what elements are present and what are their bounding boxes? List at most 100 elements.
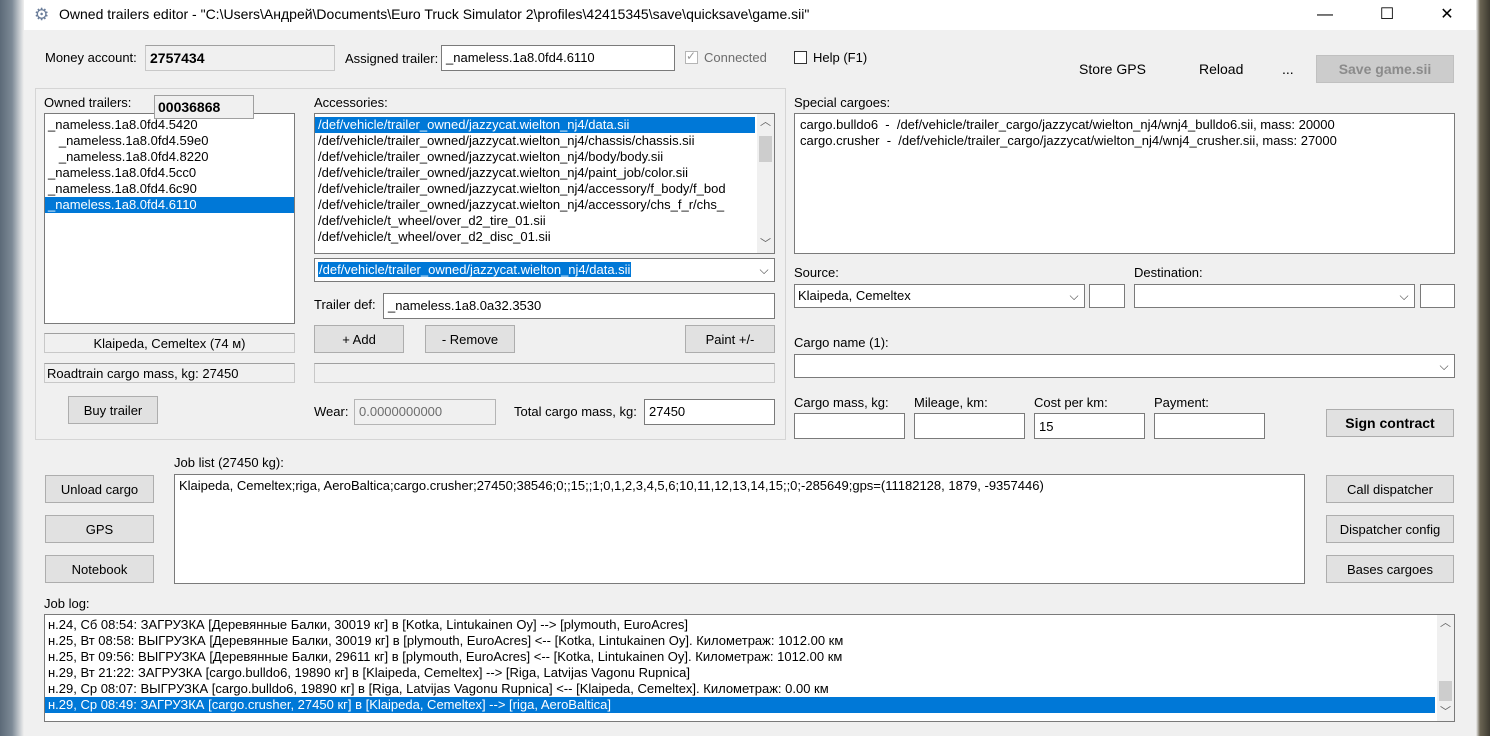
maximize-button[interactable]: ☐ [1364, 0, 1410, 30]
destination-extra-field[interactable] [1420, 284, 1455, 308]
list-item[interactable]: /def/vehicle/t_wheel/over_d2_disc_01.sii [315, 229, 755, 245]
trailer-location: Klaipeda, Cemeltex (74 м) [44, 333, 295, 353]
main-window: ⚙ Owned trailers editor - "C:\Users\Андр… [24, 0, 1476, 736]
trailer-def-label: Trailer def: [314, 297, 376, 312]
list-item[interactable]: н.25, Вт 08:58: ВЫГРУЗКА [Деревянные Бал… [45, 633, 1435, 649]
job-log-label: Job log: [44, 596, 90, 611]
assigned-trailer-field[interactable]: _nameless.1a8.0fd4.6110 [441, 45, 675, 71]
cargo-name-label: Cargo name (1): [794, 335, 889, 350]
title-bar: ⚙ Owned trailers editor - "C:\Users\Андр… [24, 0, 1476, 30]
buy-trailer-button[interactable]: Buy trailer [68, 396, 158, 424]
check-icon: ✓ [686, 49, 697, 63]
source-label: Source: [794, 265, 839, 280]
accessory-combo-value: /def/vehicle/trailer_owned/jazzycat.wiel… [318, 262, 632, 277]
help-label: Help (F1) [813, 50, 868, 65]
job-list[interactable]: Klaipeda, Cemeltex;riga, AeroBaltica;car… [174, 474, 1305, 584]
scroll-thumb[interactable] [759, 136, 772, 162]
call-dispatcher-button[interactable]: Call dispatcher [1326, 475, 1454, 503]
paint-button[interactable]: Paint +/- [685, 325, 775, 353]
remove-button[interactable]: - Remove [425, 325, 515, 353]
chevron-up-icon[interactable]: ︿ [757, 114, 774, 131]
chevron-down-icon: ⌵ [759, 263, 769, 277]
save-game-button[interactable]: Save game.sii [1316, 55, 1454, 83]
special-cargoes-list[interactable]: cargo.bulldo6 - /def/vehicle/trailer_car… [794, 113, 1455, 254]
special-cargoes-label: Special cargoes: [794, 95, 891, 110]
list-item[interactable]: /def/vehicle/trailer_owned/jazzycat.wiel… [315, 181, 755, 197]
more-button[interactable]: ... [1282, 61, 1294, 77]
cargo-mass-label: Cargo mass, kg: [794, 395, 889, 410]
list-item[interactable]: н.29, Вт 21:22: ЗАГРУЗКА [cargo.bulldo6,… [45, 665, 1435, 681]
list-item[interactable]: н.25, Вт 09:56: ВЫГРУЗКА [Деревянные Бал… [45, 649, 1435, 665]
list-item[interactable]: /def/vehicle/trailer_owned/jazzycat.wiel… [315, 165, 755, 181]
cargo-mass-field[interactable] [794, 413, 905, 439]
notebook-button[interactable]: Notebook [45, 555, 154, 583]
list-item[interactable]: н.29, Ср 08:49: ЗАГРУЗКА [cargo.crusher,… [45, 697, 1435, 713]
list-item[interactable]: _nameless.1a8.0fd4.6c90 [45, 181, 294, 197]
total-mass-label: Total cargo mass, kg: [514, 404, 637, 419]
gear-icon: ⚙ [34, 5, 50, 24]
gps-button[interactable]: GPS [45, 515, 154, 543]
add-button[interactable]: + Add [314, 325, 404, 353]
list-item[interactable]: /def/vehicle/trailer_owned/jazzycat.wiel… [315, 133, 755, 149]
window-title: Owned trailers editor - "C:\Users\Андрей… [59, 6, 810, 22]
list-item[interactable]: cargo.crusher - /def/vehicle/trailer_car… [797, 133, 1454, 149]
owned-trailers-list[interactable]: _nameless.1a8.0fd4.5420 _nameless.1a8.0f… [44, 113, 295, 324]
connected-checkbox[interactable]: ✓ [685, 49, 698, 64]
reload-button[interactable]: Reload [1199, 61, 1243, 77]
list-item[interactable]: /def/vehicle/trailer_owned/jazzycat.wiel… [315, 197, 755, 213]
accessories-scrollbar[interactable]: ︿ ﹀ [757, 114, 774, 253]
list-item[interactable]: н.29, Ср 08:07: ВЫГРУЗКА [cargo.bulldo6,… [45, 681, 1435, 697]
payment-field[interactable] [1154, 413, 1265, 439]
bases-cargoes-button[interactable]: Bases cargoes [1326, 555, 1454, 583]
help-checkbox[interactable] [794, 51, 807, 64]
list-item[interactable]: _nameless.1a8.0fd4.59e0 [45, 133, 294, 149]
trailer-def-field[interactable]: _nameless.1a8.0a32.3530 [383, 293, 775, 319]
source-value: Klaipeda, Cemeltex [798, 288, 911, 303]
job-log-scrollbar[interactable]: ︿ ﹀ [1437, 615, 1454, 721]
cost-field[interactable]: 15 [1034, 413, 1145, 439]
list-item[interactable]: /def/vehicle/trailer_owned/jazzycat.wiel… [315, 149, 755, 165]
chevron-up-icon[interactable]: ︿ [1437, 615, 1454, 632]
mileage-field[interactable] [914, 413, 1025, 439]
chevron-down-icon: ⌵ [1439, 359, 1449, 373]
dispatcher-config-button[interactable]: Dispatcher config [1326, 515, 1454, 543]
accessories-list[interactable]: /def/vehicle/trailer_owned/jazzycat.wiel… [314, 113, 775, 254]
list-item[interactable]: /def/vehicle/t_wheel/over_d2_tire_01.sii [315, 213, 755, 229]
chevron-down-icon: ⌵ [1399, 289, 1409, 303]
close-button[interactable]: ✕ [1424, 0, 1470, 30]
wear-label: Wear: [314, 404, 349, 419]
list-item[interactable]: _nameless.1a8.0fd4.6110 [45, 197, 294, 213]
accessory-combo[interactable]: /def/vehicle/trailer_owned/jazzycat.wiel… [314, 258, 775, 282]
list-item[interactable]: _nameless.1a8.0fd4.8220 [45, 149, 294, 165]
wear-field[interactable]: 0.0000000000 [354, 399, 496, 425]
unload-cargo-button[interactable]: Unload cargo [45, 475, 154, 503]
minimize-button[interactable]: — [1302, 0, 1348, 30]
connected-label: Connected [704, 50, 767, 65]
payment-label: Payment: [1154, 395, 1209, 410]
owned-trailers-label: Owned trailers: [44, 95, 132, 110]
roadtrain-mass: Roadtrain cargo mass, kg: 27450 [44, 363, 295, 383]
cargo-name-combo[interactable]: ⌵ [794, 354, 1455, 378]
assigned-trailer-label: Assigned trailer: [345, 51, 439, 66]
money-field[interactable]: 2757434 [145, 45, 335, 71]
source-extra-field[interactable] [1089, 284, 1125, 308]
job-log-list[interactable]: н.24, Сб 08:54: ЗАГРУЗКА [Деревянные Бал… [44, 614, 1455, 722]
scroll-thumb[interactable] [1439, 681, 1452, 701]
chevron-down-icon[interactable]: ﹀ [757, 236, 774, 253]
destination-combo[interactable]: ⌵ [1134, 284, 1415, 308]
money-label: Money account: [45, 50, 137, 65]
list-item[interactable]: cargo.bulldo6 - /def/vehicle/trailer_car… [797, 117, 1454, 133]
list-item[interactable]: _nameless.1a8.0fd4.5420 [45, 117, 294, 133]
list-item[interactable]: /def/vehicle/trailer_owned/jazzycat.wiel… [315, 117, 755, 133]
list-item[interactable]: _nameless.1a8.0fd4.5cc0 [45, 165, 294, 181]
list-item[interactable]: н.24, Сб 08:54: ЗАГРУЗКА [Деревянные Бал… [45, 617, 1435, 633]
store-gps-button[interactable]: Store GPS [1079, 61, 1146, 77]
list-item[interactable]: Klaipeda, Cemeltex;riga, AeroBaltica;car… [175, 478, 1304, 494]
chevron-down-icon[interactable]: ﹀ [1437, 704, 1454, 721]
source-combo[interactable]: Klaipeda, Cemeltex ⌵ [794, 284, 1085, 308]
accessories-label: Accessories: [314, 95, 388, 110]
total-mass-field[interactable]: 27450 [644, 399, 775, 425]
sign-contract-button[interactable]: Sign contract [1326, 409, 1454, 437]
destination-label: Destination: [1134, 265, 1203, 280]
counter-badge: 00036868 [154, 95, 254, 119]
